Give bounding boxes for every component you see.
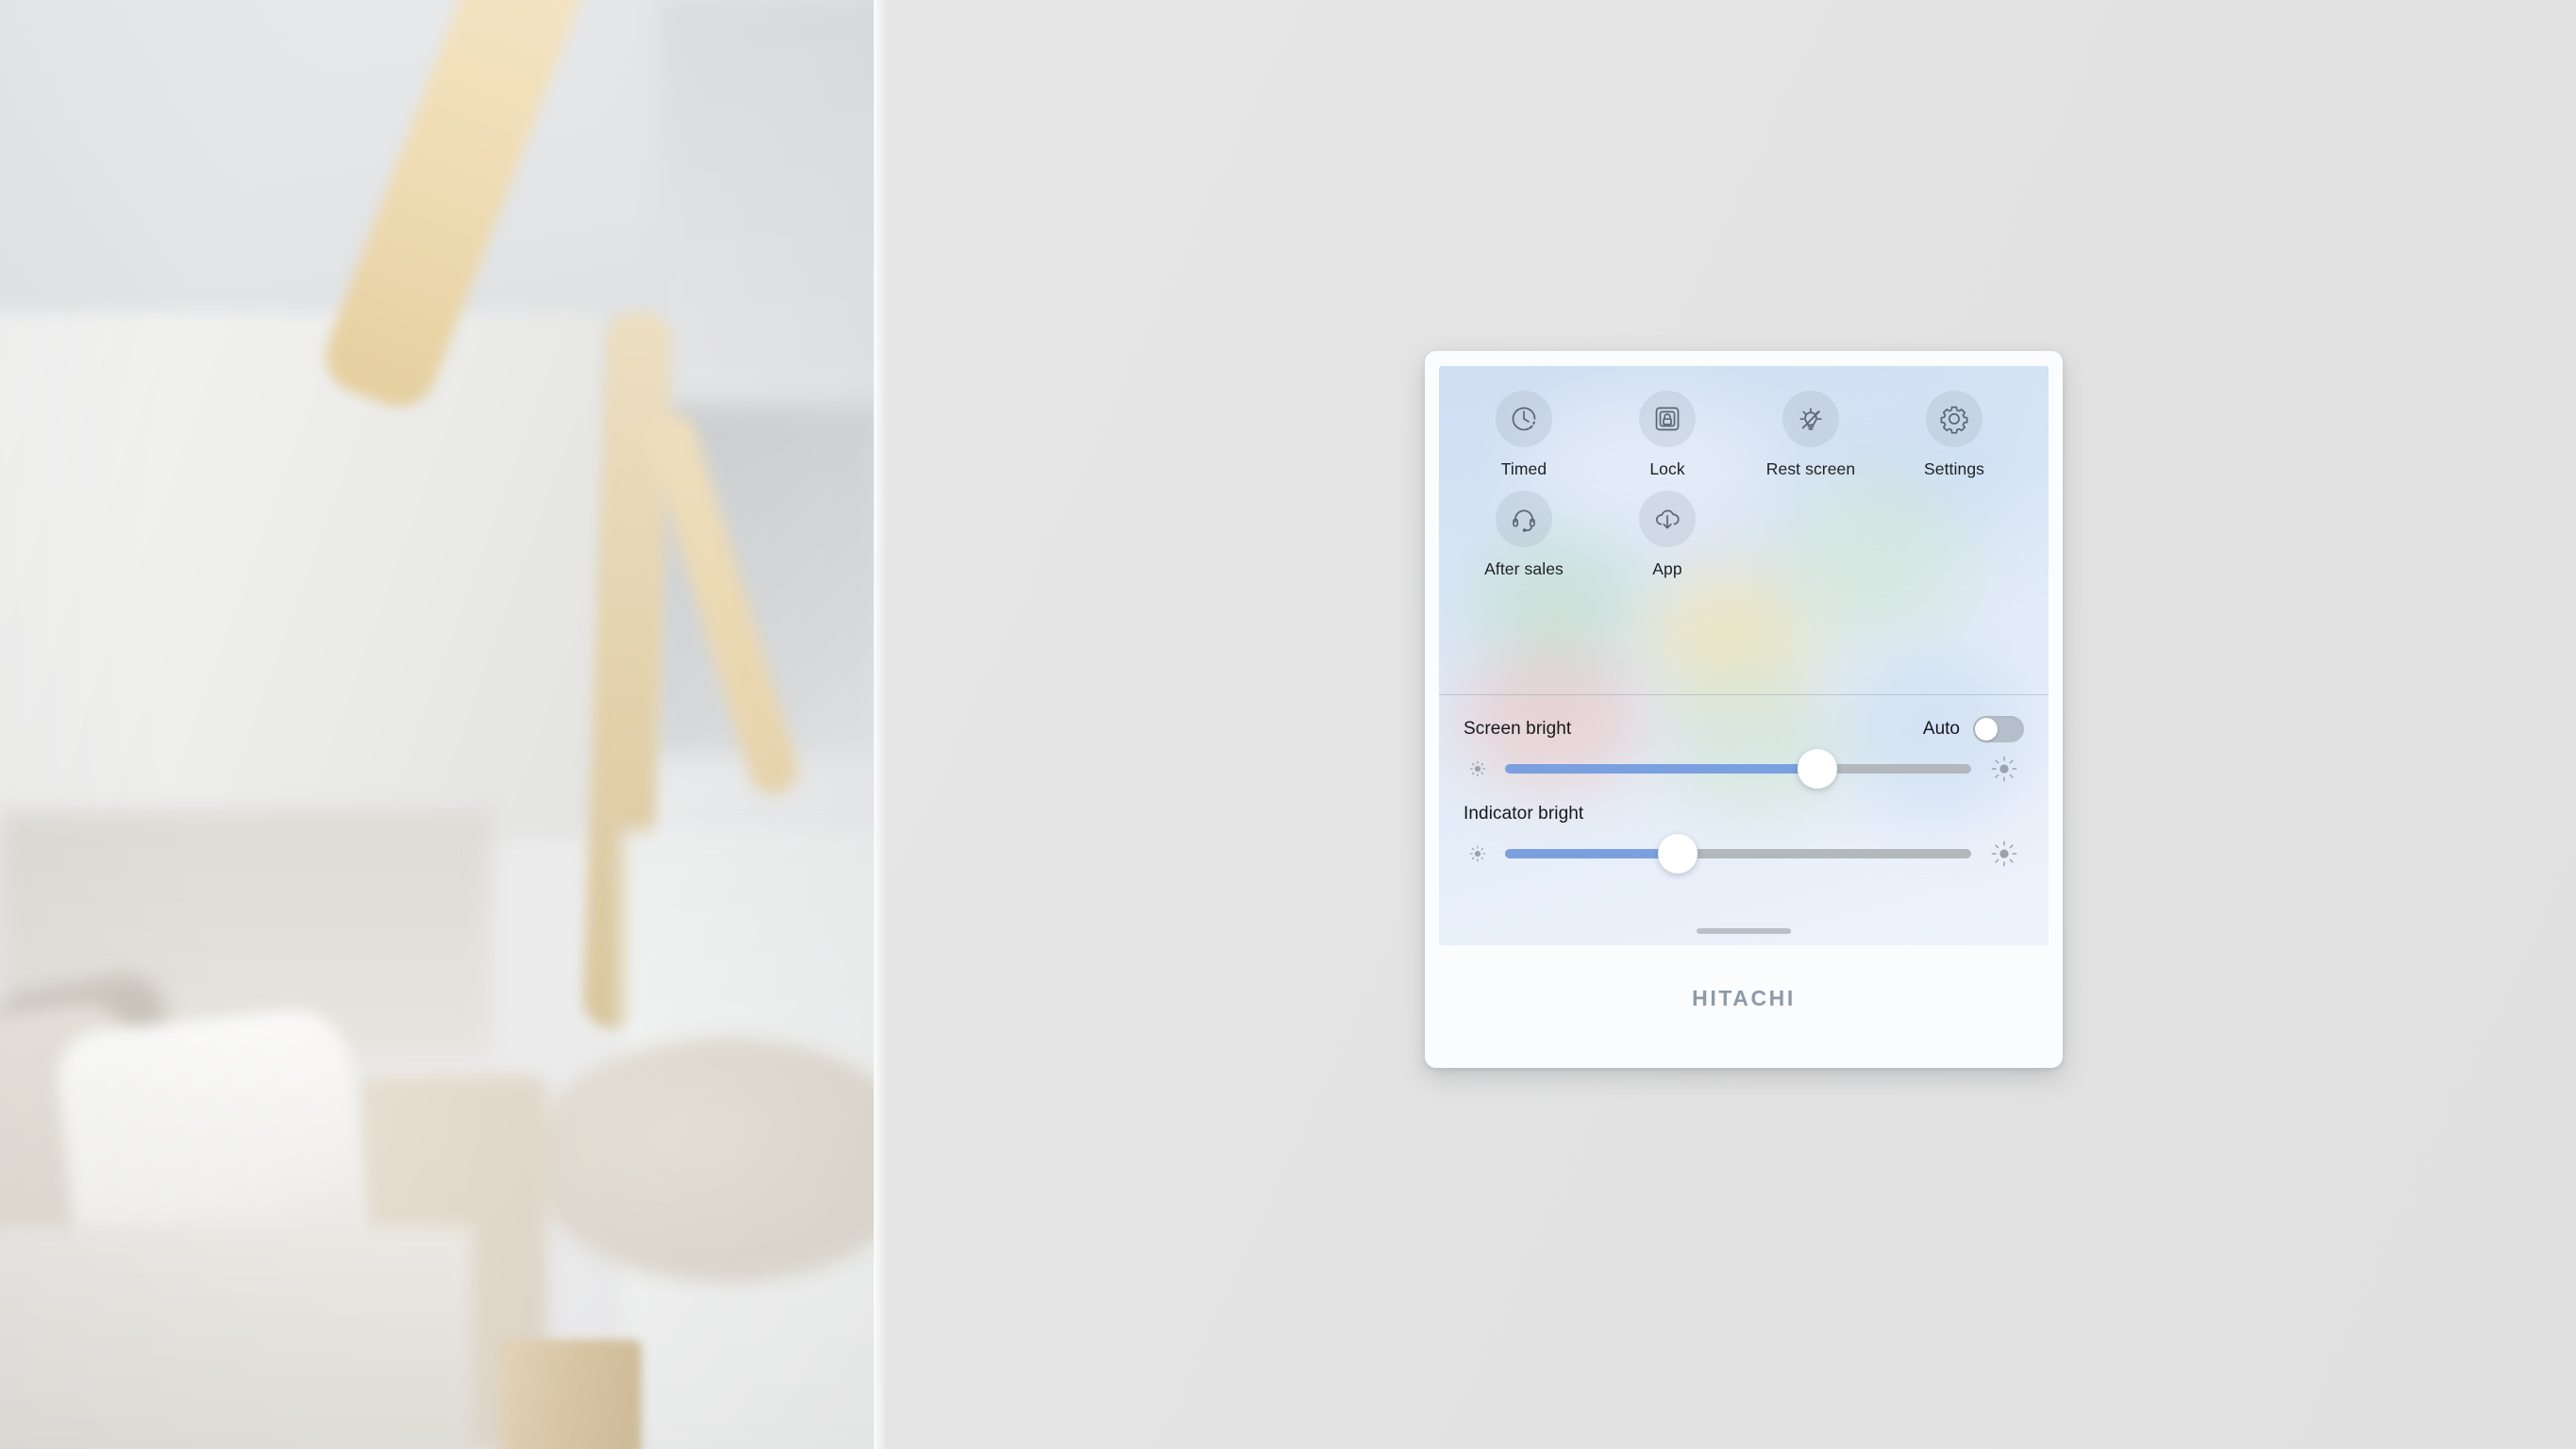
- quick-action-after-sales[interactable]: After sales: [1452, 491, 1596, 579]
- quick-actions-grid: Timed Lock Rest screen Settings After sa…: [1439, 366, 2049, 694]
- cloud-download-icon: [1639, 491, 1696, 547]
- quick-action-label: Rest screen: [1765, 459, 1856, 478]
- quick-action-empty-slot: [1739, 491, 1882, 579]
- sun-small-icon: [1464, 842, 1492, 865]
- screen-bright-slider[interactable]: [1505, 749, 1971, 789]
- quick-actions-row-1: Timed Lock Rest screen Settings: [1439, 391, 2049, 479]
- brightness-section: Screen bright Auto Indicator bright: [1439, 695, 2049, 880]
- slider-fill: [1505, 764, 1817, 774]
- quick-actions-row-2: After sales App: [1439, 491, 2049, 579]
- sun-large-icon: [1984, 753, 2024, 785]
- quick-action-rest-screen[interactable]: Rest screen: [1739, 391, 1882, 479]
- brand-area: HITACHI: [1439, 945, 2049, 1051]
- slider-knob[interactable]: [1797, 749, 1837, 789]
- sun-small-icon: [1464, 758, 1492, 780]
- quick-action-timed[interactable]: Timed: [1452, 391, 1596, 479]
- screen-bright-header: Screen bright Auto: [1464, 716, 2024, 742]
- bulb-off-slash-icon: [1782, 391, 1839, 447]
- quick-action-label: Settings: [1923, 459, 1985, 478]
- gear-icon: [1926, 391, 1982, 447]
- background-photo: [0, 0, 874, 1449]
- quick-action-empty-slot: [1882, 491, 2026, 579]
- headset-icon: [1496, 491, 1552, 547]
- auto-control: Auto: [1923, 716, 2024, 742]
- quick-action-label: App: [1652, 559, 1682, 578]
- hitachi-control-panel: Timed Lock Rest screen Settings After sa…: [1425, 351, 2063, 1068]
- quick-action-settings[interactable]: Settings: [1882, 391, 2026, 479]
- auto-brightness-toggle[interactable]: [1973, 716, 2024, 742]
- quick-action-label: After sales: [1484, 559, 1564, 578]
- padlock-square-icon: [1639, 391, 1696, 447]
- slider-knob[interactable]: [1657, 834, 1698, 874]
- screen-bright-title: Screen bright: [1464, 719, 1572, 739]
- indicator-bright-title: Indicator bright: [1464, 804, 1584, 824]
- quick-action-lock[interactable]: Lock: [1596, 391, 1739, 479]
- quick-action-label: Timed: [1500, 459, 1547, 478]
- home-indicator-bar[interactable]: [1697, 928, 1791, 934]
- auto-label: Auto: [1922, 719, 1960, 739]
- indicator-bright-header: Indicator bright: [1464, 801, 2024, 827]
- screenshot-stage: Timed Lock Rest screen Settings After sa…: [0, 0, 2576, 1449]
- toggle-knob: [1975, 718, 1998, 741]
- slider-fill: [1505, 849, 1678, 858]
- quick-action-app[interactable]: App: [1596, 491, 1739, 579]
- indicator-bright-slider[interactable]: [1505, 834, 1971, 874]
- clock-dashed-icon: [1496, 391, 1552, 447]
- panel-screen: Timed Lock Rest screen Settings After sa…: [1439, 366, 2049, 945]
- screen-bright-slider-row: [1464, 742, 2024, 795]
- sun-large-icon: [1984, 838, 2024, 870]
- quick-action-label: Lock: [1649, 459, 1685, 478]
- hitachi-wordmark: HITACHI: [1692, 985, 1796, 1010]
- indicator-bright-slider-row: [1464, 827, 2024, 880]
